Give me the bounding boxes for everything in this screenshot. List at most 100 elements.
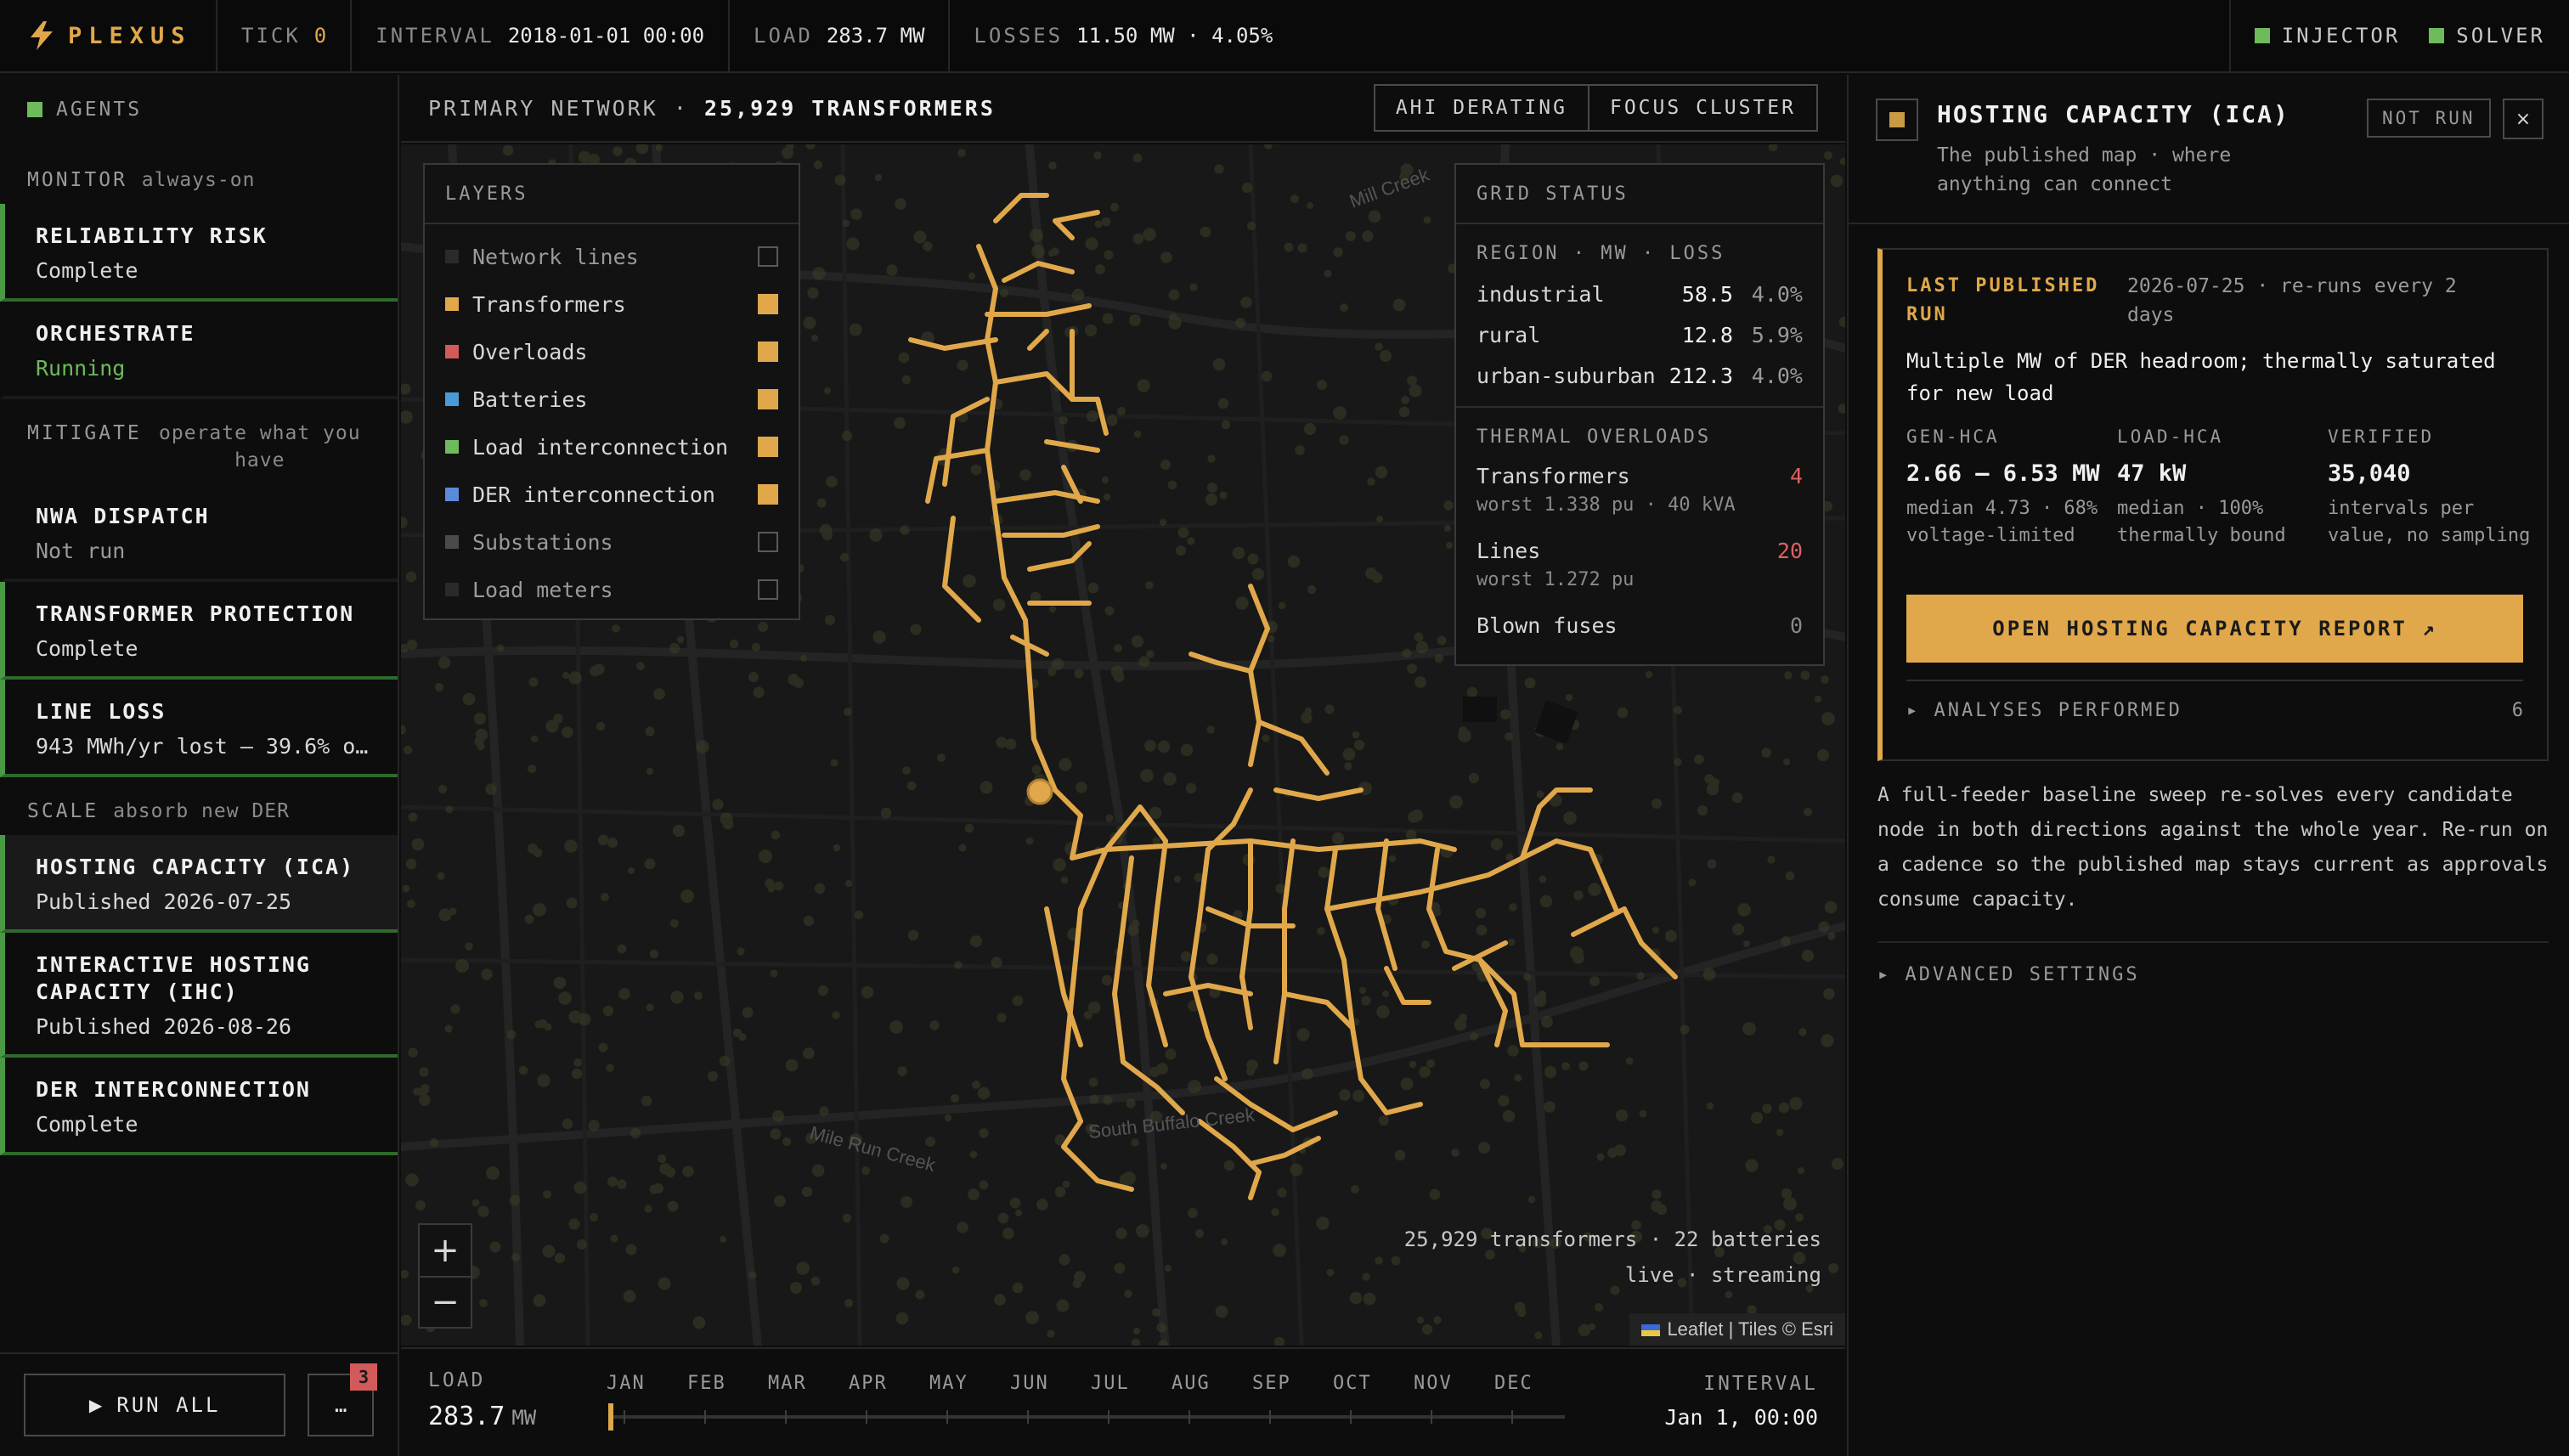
region-row: industrial 58.5 4.0%	[1456, 274, 1823, 314]
zoom-in-button[interactable]: +	[420, 1225, 471, 1276]
agent-interactive-hosting-capacity[interactable]: INTERACTIVE HOSTING CAPACITY (IHC) Publi…	[0, 933, 398, 1058]
metric-gen-hca: GEN-HCA 2.66 – 6.53 MW median 4.73 · 68%…	[1906, 426, 2110, 550]
layer-swatch-icon	[445, 297, 459, 311]
agent-status: Complete	[36, 636, 138, 661]
region-name: urban-suburban	[1476, 363, 1656, 388]
solver-status-icon	[2429, 28, 2445, 43]
analyses-count: 6	[2511, 699, 2523, 721]
region-mw: 12.8	[1681, 322, 1733, 347]
agent-orchestrate[interactable]: ORCHESTRATE Running	[0, 302, 398, 399]
layer-checkbox[interactable]	[758, 484, 778, 505]
timeline-thumb[interactable]	[608, 1403, 613, 1431]
agent-der-interconnection[interactable]: DER INTERCONNECTION Complete	[0, 1058, 398, 1155]
group-mitigate: MITIGATE operate what you have	[0, 399, 398, 484]
agent-status: Not run	[36, 539, 126, 563]
detail-description: The published map · where anything can c…	[1937, 144, 2232, 195]
timeline-month-label: FEB	[687, 1373, 726, 1394]
analyses-label: ▸ ANALYSES PERFORMED	[1906, 699, 2182, 721]
play-icon: ▶	[88, 1395, 105, 1415]
region-name: industrial	[1476, 281, 1605, 307]
analyses-toggle[interactable]: ▸ ANALYSES PERFORMED 6	[1906, 680, 2523, 739]
layers-title: LAYERS	[425, 165, 799, 224]
layer-item[interactable]: Transformers	[425, 280, 799, 328]
timeline-month-label: MAR	[768, 1373, 807, 1394]
tick-readout: TICK 0	[217, 0, 353, 72]
layer-checkbox[interactable]	[758, 341, 778, 362]
group-mitigate-sub: operate what you have	[159, 422, 361, 471]
map-header: PRIMARY NETWORK · 25,929 TRANSFORMERS AH…	[401, 75, 1845, 143]
zoom-out-button[interactable]: −	[420, 1276, 471, 1327]
substation-marker[interactable]	[1026, 778, 1053, 805]
timeline-month-label: JUL	[1091, 1373, 1130, 1394]
run-all-button[interactable]: ▶ RUN ALL	[24, 1374, 286, 1436]
detail-paragraph: A full-feeder baseline sweep re-solves e…	[1877, 784, 2549, 911]
agent-title: DER INTERCONNECTION	[36, 1077, 311, 1102]
agent-transformer-protection[interactable]: TRANSFORMER PROTECTION Complete	[0, 582, 398, 680]
layer-checkbox[interactable]	[758, 389, 778, 409]
layer-checkbox[interactable]	[758, 532, 778, 552]
zoom-control: + −	[418, 1223, 472, 1329]
layer-item[interactable]: Overloads	[425, 328, 799, 375]
ahi-derating-button[interactable]: AHI DERATING	[1373, 84, 1589, 132]
metric-verified: VERIFIED 35,040 intervals per value, no …	[2328, 426, 2532, 550]
agent-title: LINE LOSS	[36, 699, 167, 724]
layer-item[interactable]: Batteries	[425, 375, 799, 423]
timeline-load-unit: MW	[511, 1406, 537, 1430]
map-attribution[interactable]: Leaflet | Tiles © Esri	[1629, 1313, 1845, 1346]
injector-status-icon	[2254, 28, 2270, 43]
layer-name: Substations	[472, 529, 613, 555]
flag-icon	[1641, 1324, 1661, 1337]
close-button[interactable]: ×	[2503, 99, 2544, 139]
agent-status: Complete	[36, 1112, 138, 1137]
timeline-month-label: APR	[849, 1373, 888, 1394]
brand[interactable]: PLEXUS	[0, 0, 217, 72]
layer-swatch-icon	[445, 583, 459, 596]
injector-status[interactable]: INJECTOR SOLVER	[2228, 0, 2569, 72]
layer-item[interactable]: DER interconnection	[425, 471, 799, 518]
layer-item[interactable]: Load interconnection	[425, 423, 799, 471]
agent-title: INTERACTIVE HOSTING CAPACITY (IHC)	[36, 952, 311, 1004]
advanced-settings-toggle[interactable]: ▸ ADVANCED SETTINGS	[1877, 941, 2549, 1006]
run-summary: Multiple MW of DER headroom; thermally s…	[1906, 349, 2496, 405]
agent-reliability-risk[interactable]: RELIABILITY RISK Complete	[0, 204, 398, 302]
map-stats-line2: live · streaming	[1624, 1263, 1821, 1287]
metric-sub: intervals per value, no sampling	[2328, 498, 2531, 546]
layer-name: Overloads	[472, 339, 588, 364]
lines-label: Lines	[1476, 538, 1541, 563]
layer-name: Load meters	[472, 577, 613, 602]
more-button[interactable]: … 3	[308, 1363, 377, 1436]
timeline-month-label: SEP	[1252, 1373, 1291, 1394]
agent-status: Running	[36, 356, 126, 381]
agent-hosting-capacity[interactable]: HOSTING CAPACITY (ICA) Published 2026-07…	[0, 835, 398, 933]
layer-checkbox[interactable]	[758, 294, 778, 314]
open-report-button[interactable]: OPEN HOSTING CAPACITY REPORT ↗	[1906, 595, 2523, 663]
timeline-month-label: NOV	[1414, 1373, 1453, 1394]
region-row: rural 12.8 5.9%	[1456, 314, 1823, 355]
timeline-slider[interactable]	[608, 1403, 1565, 1431]
layer-item[interactable]: Network lines	[425, 233, 799, 280]
layer-checkbox[interactable]	[758, 579, 778, 600]
focus-cluster-button[interactable]: FOCUS CLUSTER	[1589, 84, 1818, 132]
agent-icon	[1876, 99, 1918, 141]
street-label: Mile Run Creek	[808, 1122, 939, 1177]
group-monitor-sub: always-on	[141, 169, 256, 191]
attribution-text: Leaflet | Tiles © Esri	[1667, 1318, 1833, 1340]
load-readout: LOAD 283.7 MW	[730, 0, 951, 72]
layer-item[interactable]: Load meters	[425, 566, 799, 613]
layer-checkbox[interactable]	[758, 246, 778, 267]
timeline-month-label: JUN	[1010, 1373, 1049, 1394]
layer-item[interactable]: Substations	[425, 518, 799, 566]
more-icon: …	[334, 1393, 347, 1417]
layer-name: Batteries	[472, 387, 588, 412]
overloads-header: THERMAL OVERLOADS	[1476, 426, 1712, 448]
agent-status: Complete	[36, 258, 138, 283]
agent-nwa-dispatch[interactable]: NWA DISPATCH Not run	[0, 484, 398, 582]
layer-checkbox[interactable]	[758, 437, 778, 457]
map-stats-line1: 25,929 transformers · 22 batteries	[1403, 1227, 1821, 1251]
agent-line-loss[interactable]: LINE LOSS 943 MWh/yr lost — 39.6% of tot…	[0, 680, 398, 777]
map-stats: 25,929 transformers · 22 batteries live …	[1404, 1222, 1821, 1293]
agents-header: AGENTS	[0, 75, 398, 146]
losses-label: LOSSES	[974, 24, 1064, 48]
network-map[interactable]: Mill Creek Mile Run Creek South Buffalo …	[401, 144, 1845, 1346]
layer-name: Transformers	[472, 291, 626, 317]
